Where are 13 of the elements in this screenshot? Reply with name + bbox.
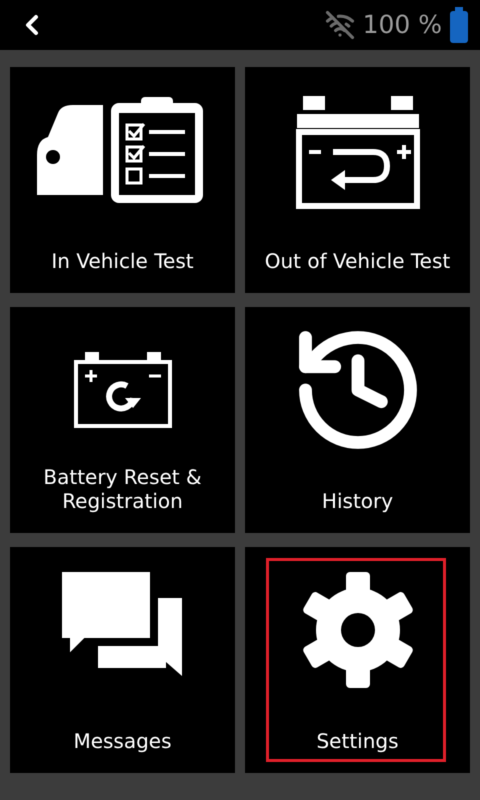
menu-tile[interactable]: History xyxy=(245,307,470,533)
tile-label: Battery Reset & Registration xyxy=(42,465,203,515)
tile-label: In Vehicle Test xyxy=(50,248,195,275)
tile-label: History xyxy=(320,488,394,515)
menu-tile[interactable]: Settings xyxy=(245,547,470,773)
menu-tile[interactable]: Battery Reset & Registration xyxy=(10,307,235,533)
tile-label: Settings xyxy=(315,728,400,755)
menu-tile[interactable]: In Vehicle Test xyxy=(10,67,235,293)
tile-label: Messages xyxy=(72,728,173,755)
tile-label: Out of Vehicle Test xyxy=(264,248,452,275)
menu-tile[interactable]: Messages xyxy=(10,547,235,773)
battery-percentage: 100 % xyxy=(362,9,442,42)
menu-tile[interactable]: Out of Vehicle Test xyxy=(245,67,470,293)
